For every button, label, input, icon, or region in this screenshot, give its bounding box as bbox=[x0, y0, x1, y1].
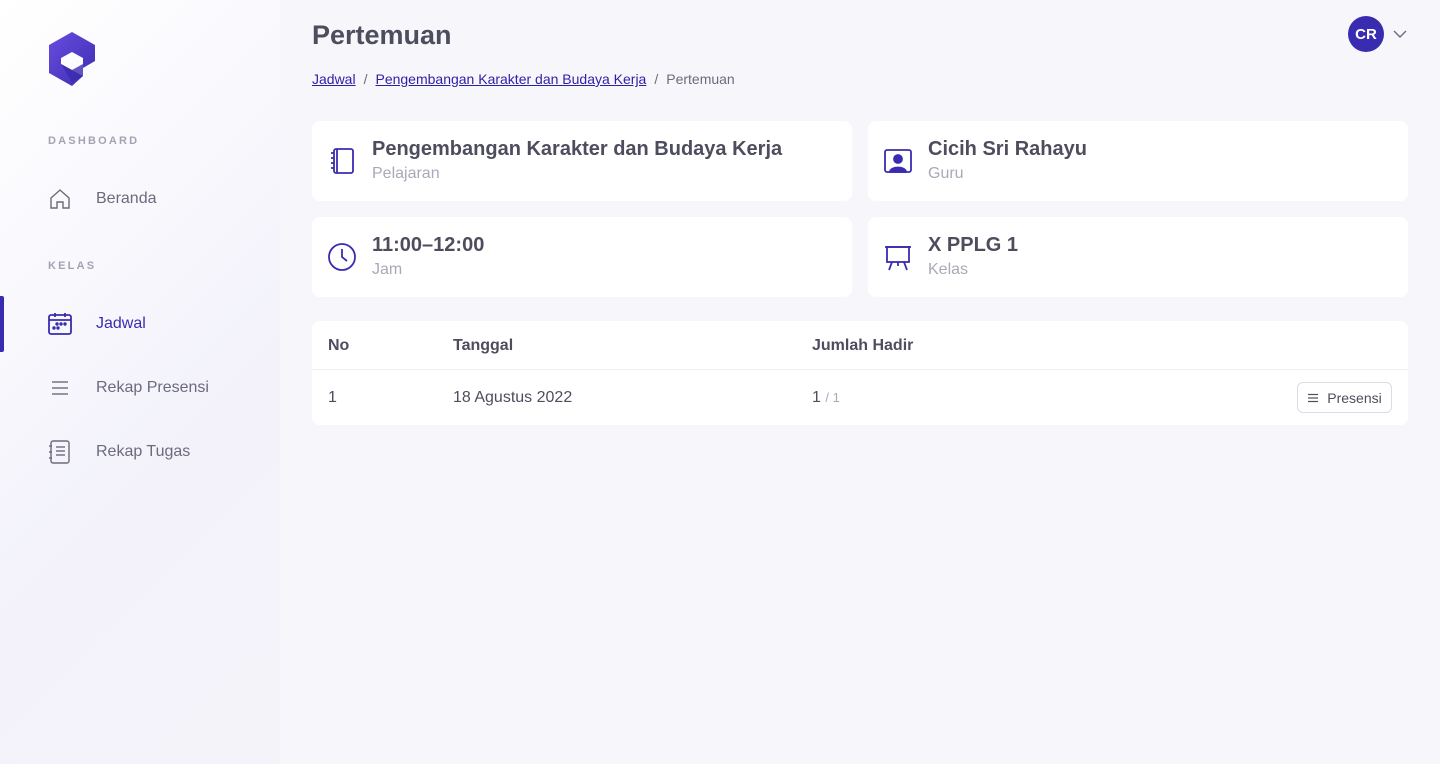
teacher-icon bbox=[884, 149, 912, 173]
home-icon bbox=[47, 186, 73, 212]
info-card-pelajaran: Pengembangan Karakter dan Budaya Kerja P… bbox=[312, 121, 852, 201]
info-card-guru: Cicih Sri Rahayu Guru bbox=[868, 121, 1408, 201]
hadir-count: 1 bbox=[812, 389, 821, 406]
presensi-button-label: Presensi bbox=[1327, 389, 1382, 406]
cell-jumlah-hadir: 1 / 1 bbox=[812, 389, 840, 407]
card-subtitle: Guru bbox=[928, 165, 964, 182]
board-icon bbox=[885, 246, 911, 271]
document-list-icon bbox=[47, 439, 73, 465]
info-card-jam: 11:00–12:00 Jam bbox=[312, 217, 852, 297]
card-title: 11:00–12:00 bbox=[372, 234, 485, 256]
breadcrumb-separator: / bbox=[363, 71, 368, 87]
breadcrumb-separator: / bbox=[654, 71, 659, 87]
cell-no: 1 bbox=[328, 389, 337, 406]
breadcrumb-link-pelajaran[interactable]: Pengembangan Karakter dan Budaya Kerja bbox=[375, 71, 646, 87]
app-logo-icon[interactable] bbox=[47, 31, 97, 87]
book-icon bbox=[331, 148, 354, 174]
sidebar-item-beranda[interactable]: Beranda bbox=[0, 171, 280, 227]
column-header-tanggal: Tanggal bbox=[453, 337, 514, 354]
column-header-jumlah-hadir: Jumlah Hadir bbox=[812, 337, 914, 354]
card-title: Cicih Sri Rahayu bbox=[928, 138, 1087, 160]
sidebar-item-label: Beranda bbox=[96, 190, 157, 207]
list-icon bbox=[1308, 393, 1319, 402]
column-header-no: No bbox=[328, 337, 350, 354]
chevron-down-icon[interactable] bbox=[1392, 27, 1408, 41]
card-title: Pengembangan Karakter dan Budaya Kerja bbox=[372, 138, 783, 160]
card-title: X PPLG 1 bbox=[928, 234, 1019, 256]
breadcrumb: Jadwal / Pengembangan Karakter dan Buday… bbox=[312, 71, 735, 87]
section-label-dashboard: DASHBOARD bbox=[48, 135, 140, 147]
table-divider bbox=[312, 369, 1408, 370]
breadcrumb-link-jadwal[interactable]: Jadwal bbox=[312, 71, 356, 87]
pertemuan-table: No Tanggal Jumlah Hadir 1 18 Agustus 202… bbox=[312, 321, 1408, 425]
section-label-kelas: KELAS bbox=[48, 260, 97, 272]
calendar-icon bbox=[47, 311, 73, 337]
sidebar-item-label: Rekap Presensi bbox=[96, 379, 209, 396]
info-card-kelas: X PPLG 1 Kelas bbox=[868, 217, 1408, 297]
cell-tanggal: 18 Agustus 2022 bbox=[453, 389, 573, 406]
page-title: Pertemuan bbox=[312, 20, 452, 50]
presensi-button[interactable]: Presensi bbox=[1297, 382, 1392, 413]
list-icon bbox=[47, 375, 73, 401]
sidebar-item-label: Rekap Tugas bbox=[96, 443, 191, 460]
sidebar-item-rekap-tugas[interactable]: Rekap Tugas bbox=[0, 424, 280, 480]
sidebar-item-jadwal[interactable]: Jadwal bbox=[0, 296, 280, 352]
clock-icon bbox=[328, 243, 356, 271]
sidebar: DASHBOARD Beranda KELAS Jadwal Rekap Pre… bbox=[0, 0, 280, 764]
card-subtitle: Kelas bbox=[928, 261, 969, 278]
breadcrumb-current: Pertemuan bbox=[666, 71, 735, 87]
hadir-total: / 1 bbox=[825, 390, 840, 405]
card-subtitle: Pelajaran bbox=[372, 165, 440, 182]
card-subtitle: Jam bbox=[372, 261, 403, 278]
avatar[interactable]: CR bbox=[1348, 16, 1384, 52]
sidebar-item-rekap-presensi[interactable]: Rekap Presensi bbox=[0, 360, 280, 416]
sidebar-item-label: Jadwal bbox=[96, 315, 146, 332]
